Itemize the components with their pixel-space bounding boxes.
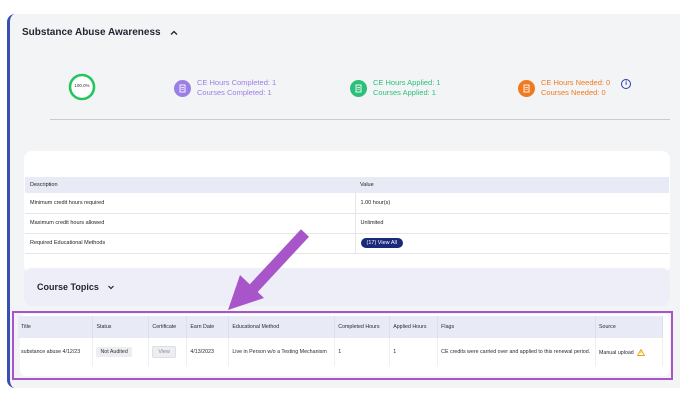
chevron-up-icon[interactable]	[169, 28, 179, 38]
ce-hours-needed: CE Hours Needed: 0	[541, 78, 611, 87]
courses-applied: Courses Applied: 1	[373, 88, 436, 97]
info-icon[interactable]: i	[621, 78, 632, 89]
document-icon	[350, 79, 367, 97]
courses-completed: Courses Completed: 1	[197, 88, 272, 97]
divider	[50, 119, 670, 120]
section-header[interactable]: Substance Abuse Awareness	[22, 27, 179, 38]
progress-percent: 100.0%	[74, 83, 90, 88]
requirements-table: Description Value Minimum credit hours r…	[25, 177, 669, 254]
column-header: Description	[25, 177, 355, 193]
column-header: Value	[355, 177, 669, 193]
document-icon	[518, 79, 535, 97]
requirement-description: Minimum credit hours required	[25, 193, 356, 214]
requirement-value: Unlimited	[355, 213, 669, 234]
ce-hours-applied: CE Hours Applied: 1	[373, 78, 441, 87]
highlight-box	[12, 311, 673, 380]
stat-applied: CE Hours Applied: 1 Courses Applied: 1	[350, 78, 441, 98]
section-title: Substance Abuse Awareness	[22, 27, 161, 38]
chevron-down-icon[interactable]	[107, 283, 115, 291]
requirement-description: Required Educational Methods	[25, 233, 356, 254]
table-row: Maximum credit hours allowed Unlimited	[25, 213, 669, 234]
view-all-methods-button[interactable]: (17) View All	[360, 238, 403, 248]
course-topics-header[interactable]: Course Topics	[24, 268, 670, 306]
document-icon	[174, 79, 191, 97]
course-topics-title: Course Topics	[37, 282, 99, 292]
table-header-row: Description Value	[25, 177, 669, 193]
requirement-description: Maximum credit hours allowed	[25, 213, 356, 234]
stat-completed: CE Hours Completed: 1 Courses Completed:…	[174, 78, 276, 98]
requirement-value: 1.00 hour(s)	[355, 193, 669, 214]
stat-needed: CE Hours Needed: 0 Courses Needed: 0 i	[518, 78, 632, 98]
courses-needed: Courses Needed: 0	[541, 88, 606, 97]
ce-hours-completed: CE Hours Completed: 1	[197, 78, 277, 87]
table-row: Required Educational Methods (17) View A…	[25, 233, 669, 254]
table-row: Minimum credit hours required 1.00 hour(…	[25, 193, 669, 214]
stats-row: 100.0% CE Hours Completed: 1 Courses Com…	[10, 70, 680, 120]
